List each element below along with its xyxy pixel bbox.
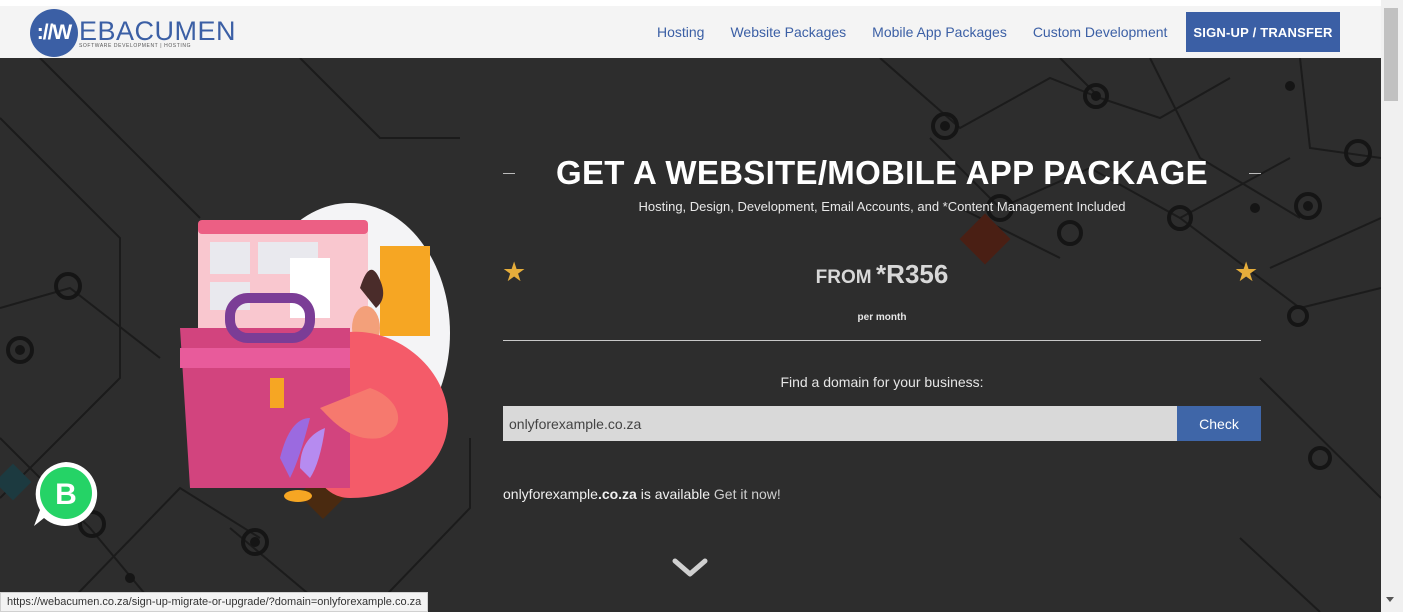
logo-tagline: SOFTWARE DEVELOPMENT | HOSTING [79,43,192,49]
available-domain-tld: .co.za [597,486,637,502]
availability-status: is available [636,486,714,502]
available-domain-name: onlyforexample [503,486,598,502]
hero-title: GET A WEBSITE/MOBILE APP PACKAGE [556,154,1208,191]
nav-website-packages[interactable]: Website Packages [730,24,846,40]
signup-transfer-button[interactable]: SIGN-UP / TRANSFER [1186,12,1340,52]
whatsapp-business-icon[interactable]: B [30,458,102,530]
logo-mark: ://W [30,9,78,57]
scrollbar[interactable] [1381,0,1403,612]
star-icon: ★ [1234,257,1259,287]
site-header: ://W EBACUMEN SOFTWARE DEVELOPMENT | HOS… [0,0,1381,58]
browser-status-bar: https://webacumen.co.za/sign-up-migrate-… [0,592,429,612]
nav-mobile-app-packages[interactable]: Mobile App Packages [872,24,1007,40]
scrollbar-thumb[interactable] [1384,8,1398,101]
price-value: *R356 [876,259,949,289]
check-domain-button[interactable]: Check [1177,406,1261,441]
price-from: FROM [815,267,872,288]
domain-search-input[interactable] [503,406,1177,441]
page: ://W EBACUMEN SOFTWARE DEVELOPMENT | HOS… [0,0,1403,612]
domain-search-label: Find a domain for your business: [780,374,984,390]
per-month-label: per month [857,312,907,323]
title-dash-right [1249,173,1261,174]
get-it-now-link[interactable]: Get it now! [714,486,781,502]
briefcase-person-illustration [180,203,450,502]
chevron-down-icon[interactable] [672,556,708,580]
hero-section: GET A WEBSITE/MOBILE APP PACKAGE Hosting… [0,58,1381,612]
nav-hosting[interactable]: Hosting [657,24,704,40]
hero-subtitle: Hosting, Design, Development, Email Acco… [638,199,1126,214]
price: FROM *R356 [500,259,1264,290]
logo-text: EBACUMEN SOFTWARE DEVELOPMENT | HOSTING [79,17,236,49]
logo-word: EBACUMEN [79,16,237,46]
main-nav: Hosting Website Packages Mobile App Pack… [657,6,1193,58]
nav-custom-development[interactable]: Custom Development [1033,24,1168,40]
availability-message: onlyforexample.co.za is available Get it… [503,486,781,502]
scroll-down-arrow-icon[interactable] [1386,597,1394,602]
whatsapp-letter: B [55,478,77,511]
divider [503,340,1261,341]
logo[interactable]: ://W EBACUMEN SOFTWARE DEVELOPMENT | HOS… [30,8,236,58]
